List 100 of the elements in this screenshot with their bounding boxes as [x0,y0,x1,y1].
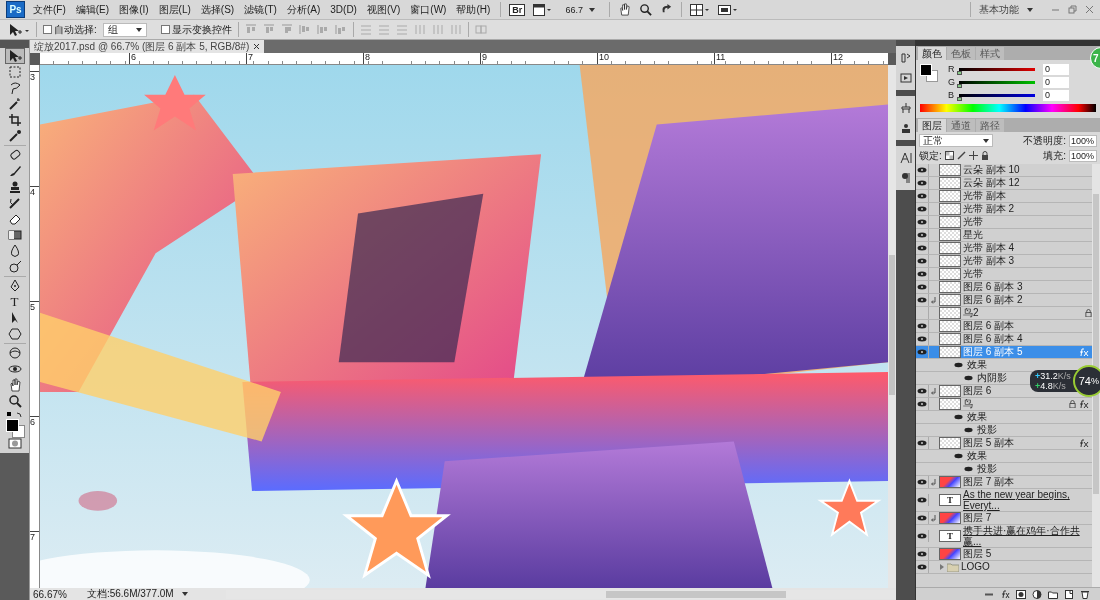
panel-tab[interactable]: 色板 [947,47,975,60]
layer-row[interactable]: 图层 6 副本 [916,320,1092,333]
effect-name[interactable]: 内阴影 [977,372,1007,384]
panel-tab[interactable]: 图层 [918,119,946,132]
app-logo[interactable]: Ps [6,1,25,18]
menu-item[interactable]: 3D(D) [330,4,357,15]
layer-name: 图层 6 副本 3 [963,281,1023,293]
menu-item[interactable]: 滤镜(T) [244,2,277,17]
layer-name: 云朵 副本 10 [963,164,1020,176]
layer-name: 图层 5 [963,548,992,560]
layer-row[interactable]: 光带 副本 2 [916,203,1092,216]
fill-label: 填充: [1043,148,1066,163]
layer-name: 星光 [963,229,983,241]
layer-row[interactable]: 云朵 副本 10 [916,164,1092,177]
layer-row[interactable]: 云朵 副本 12 [916,177,1092,190]
layer-name: 云朵 副本 12 [963,177,1020,189]
ruler-number: 4 [30,187,35,197]
channel-value-field[interactable]: 0 [1043,76,1069,88]
fill-field[interactable]: 100% [1069,149,1097,162]
text-layer-thumbnail: T [939,494,961,506]
opacity-field[interactable]: 100% [1069,134,1097,147]
layer-row[interactable]: 图层 7 副本 [916,476,1092,489]
layer-name: As the new year begins, Everyt... [963,489,1071,511]
panel-tab[interactable]: 样式 [976,47,1004,60]
panel-tab[interactable]: 路径 [976,119,1004,132]
menu-item[interactable]: 编辑(E) [75,2,110,17]
layer-name: 图层 6 副本 2 [963,294,1023,306]
ruler-number: 6 [129,53,246,64]
layer-name: 光带 [963,216,983,228]
checkbox-label: 显示变换控件 [171,22,232,37]
ruler-number: 5 [30,302,35,312]
channel-label: R [948,64,955,74]
layer-name: 图层 5 副本 [963,437,1015,449]
channel-value-field[interactable]: 0 [1043,89,1069,101]
panel-tab[interactable]: 颜色 [918,47,946,60]
layer-name: 光带 副本 3 [963,255,1015,267]
layer-row[interactable]: 光带 副本 [916,190,1092,203]
text-layer-thumbnail: T [939,530,961,542]
document-tab[interactable]: 绽放2017.psd @ 66.7% (图层 6 副本 5, RGB/8#) [30,40,265,53]
ruler-number: 6 [30,417,35,427]
layer-row[interactable]: 光带 [916,268,1092,281]
menu-item[interactable]: 选择(S) [200,2,235,17]
effects-label[interactable]: 效果 [967,411,987,423]
layer-row[interactable]: 图层 6 副本 2 [916,294,1092,307]
layer-name: 图层 6 副本 5 [963,346,1023,358]
layer-row[interactable]: 图层 7 [916,512,1092,525]
lock-label: 锁定: [919,148,942,163]
ruler-number: 10 [597,53,714,64]
effects-label[interactable]: 效果 [967,359,987,371]
layer-row[interactable]: LOGO [916,561,1092,574]
layer-name: 光带 副本 [963,190,1006,202]
layer-row[interactable]: 光带 [916,216,1092,229]
layer-name: 鸟 [963,398,973,410]
layer-name: 图层 7 副本 [963,476,1015,488]
layer-row[interactable]: 鸟2 [916,307,1092,320]
type-tool[interactable]: T [4,294,25,310]
layer-row[interactable]: 图层 6 副本 3 [916,281,1092,294]
channel-label: G [948,77,955,87]
opacity-label: 不透明度: [1023,133,1066,148]
effect-name[interactable]: 投影 [977,463,997,475]
layer-name: 图层 6 副本 4 [963,333,1023,345]
layer-name: 鸟2 [963,307,979,319]
menu-item[interactable]: 分析(A) [286,2,321,17]
layer-name: 携手共进·赢在鸡年·合作共赢... [963,525,1081,547]
menu-item[interactable]: 窗口(W) [410,2,447,17]
layer-name: 光带 副本 4 [963,242,1015,254]
layer-row[interactable]: 鸟 [916,398,1092,411]
document-size: 文档:56.6M/377.0M [86,587,174,600]
workspace-dropdown[interactable]: 基本功能 [979,2,1033,17]
zoom-dropdown[interactable]: 66.7 [559,4,602,15]
panel-tab[interactable]: 通道 [947,119,975,132]
layer-row[interactable]: 光带 副本 4 [916,242,1092,255]
ruler-number: 11 [714,53,831,64]
ruler-number: 7 [30,532,35,542]
ruler-number: 8 [363,53,480,64]
menu-item[interactable]: 视图(V) [366,2,401,17]
menu-item[interactable]: 帮助(H) [456,2,491,17]
layer-row[interactable]: 图层 5 [916,548,1092,561]
layer-name: 光带 [963,268,983,280]
ruler-number: 9 [480,53,597,64]
effects-label[interactable]: 效果 [967,450,987,462]
auto-select-dropdown[interactable]: 组 [102,22,147,37]
ruler-number: 7 [246,53,363,64]
blend-mode-dropdown[interactable]: 正常 [919,134,993,147]
effect-name[interactable]: 投影 [977,424,997,436]
ruler-number: 3 [30,72,35,82]
channel-label: B [948,90,955,100]
layer-name: 图层 6 [963,385,992,397]
menu-item[interactable]: 图层(L) [158,2,191,17]
menu-item[interactable]: 文件(F) [33,2,66,17]
layer-row[interactable]: 光带 副本 3 [916,255,1092,268]
layer-name: 图层 7 [963,512,992,524]
layer-name: 光带 副本 2 [963,203,1015,215]
zoom-level: 66.67% [33,588,67,600]
layer-row[interactable]: 星光 [916,229,1092,242]
bridge-button[interactable]: Br [509,3,526,16]
channel-value-field[interactable]: 0 [1043,63,1069,75]
checkbox-label: 自动选择: [54,22,97,37]
menu-item[interactable]: 图像(I) [119,2,149,17]
layer-row[interactable]: 图层 5 副本 [916,437,1092,450]
